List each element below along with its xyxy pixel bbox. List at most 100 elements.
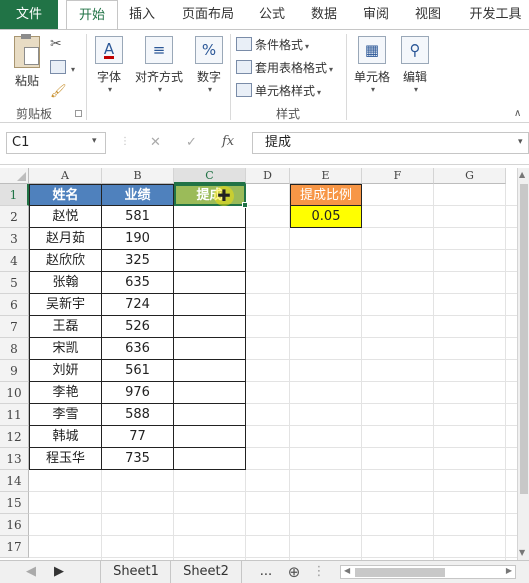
tab-insert[interactable]: 插入	[120, 0, 164, 30]
row-header-14[interactable]: 14	[0, 470, 29, 492]
table-cell-performance[interactable]: 77	[102, 426, 174, 448]
select-all-corner[interactable]	[0, 168, 29, 184]
add-sheet-icon[interactable]: ⊕	[284, 561, 304, 583]
table-cell-commission[interactable]	[174, 404, 246, 426]
column-header-f[interactable]: F	[362, 168, 434, 184]
column-header-b[interactable]: B	[102, 168, 174, 184]
table-cell-performance[interactable]: 976	[102, 382, 174, 404]
table-cell-name[interactable]: 韩城	[29, 426, 102, 448]
insert-function-icon[interactable]: fx	[222, 134, 234, 149]
header-cell-commission[interactable]: 提成	[174, 184, 246, 206]
editing-button[interactable]: ⚲ 编辑 ▾	[398, 36, 432, 94]
tab-review[interactable]: 审阅	[354, 0, 398, 30]
table-cell-name[interactable]: 赵月茹	[29, 228, 102, 250]
format-as-table-button[interactable]: 套用表格格式 ▾	[236, 59, 333, 76]
table-cell-performance[interactable]: 561	[102, 360, 174, 382]
next-sheet-icon[interactable]: ▶	[52, 561, 66, 583]
row-header-11[interactable]: 11	[0, 404, 29, 426]
name-box[interactable]: C1	[6, 132, 106, 154]
table-cell-performance[interactable]: 724	[102, 294, 174, 316]
alignment-button[interactable]: ≡ 对齐方式 ▾	[132, 36, 186, 94]
row-header-10[interactable]: 10	[0, 382, 29, 404]
cells-button[interactable]: ▦ 单元格 ▾	[352, 36, 392, 94]
format-painter-button[interactable]: 🖌	[50, 84, 67, 99]
fill-handle[interactable]	[242, 202, 248, 208]
table-cell-performance[interactable]: 526	[102, 316, 174, 338]
table-cell-name[interactable]: 王磊	[29, 316, 102, 338]
table-cell-name[interactable]: 刘妍	[29, 360, 102, 382]
sheet-tab-1[interactable]: Sheet1	[100, 561, 171, 583]
table-cell-commission[interactable]	[174, 426, 246, 448]
table-cell-name[interactable]: 张翰	[29, 272, 102, 294]
more-sheets-button[interactable]: ...	[256, 561, 276, 583]
tab-home[interactable]: 开始	[66, 0, 118, 32]
table-cell-commission[interactable]	[174, 382, 246, 404]
horizontal-scrollbar[interactable]: ◀ ▶	[340, 565, 516, 579]
table-cell-name[interactable]: 赵悦	[29, 206, 102, 228]
ratio-value-cell[interactable]: 0.05	[290, 206, 362, 228]
row-header-5[interactable]: 5	[0, 272, 29, 294]
table-cell-commission[interactable]	[174, 272, 246, 294]
row-header-8[interactable]: 8	[0, 338, 29, 360]
conditional-format-button[interactable]: 条件格式 ▾	[236, 36, 309, 53]
tab-view[interactable]: 视图	[406, 0, 450, 30]
header-cell-performance[interactable]: 业绩	[102, 184, 174, 206]
expand-formula-icon[interactable]: ▾	[518, 137, 523, 147]
column-header-c[interactable]: C	[174, 168, 246, 184]
column-header-d[interactable]: D	[246, 168, 290, 184]
worksheet-grid[interactable]: ABCDEFG 1 2 3 4 5 6 7 8 9 10 11 12 13 14 15 16 17 姓名 业绩 提成…	[0, 168, 517, 560]
tab-file[interactable]: 文件	[0, 0, 58, 30]
scroll-down-icon[interactable]: ▼	[519, 548, 525, 557]
table-cell-name[interactable]: 赵欣欣	[29, 250, 102, 272]
collapse-ribbon-icon[interactable]: ∧	[514, 108, 521, 119]
table-cell-commission[interactable]	[174, 294, 246, 316]
row-header-12[interactable]: 12	[0, 426, 29, 448]
row-header-9[interactable]: 9	[0, 360, 29, 382]
header-cell-name[interactable]: 姓名	[29, 184, 102, 206]
table-cell-commission[interactable]	[174, 316, 246, 338]
tab-data[interactable]: 数据	[302, 0, 346, 30]
enter-icon[interactable]: ✓	[186, 135, 197, 150]
table-cell-name[interactable]: 程玉华	[29, 448, 102, 470]
number-button[interactable]: % 数字 ▾	[192, 36, 226, 94]
font-button[interactable]: A 字体 ▾	[92, 36, 126, 94]
ratio-label-cell[interactable]: 提成比例	[290, 184, 362, 206]
column-header-g[interactable]: G	[434, 168, 506, 184]
table-cell-performance[interactable]: 581	[102, 206, 174, 228]
table-cell-commission[interactable]	[174, 360, 246, 382]
column-header-a[interactable]: A	[29, 168, 102, 184]
table-cell-performance[interactable]: 325	[102, 250, 174, 272]
row-header-1[interactable]: 1	[0, 184, 29, 206]
table-cell-commission[interactable]	[174, 206, 246, 228]
table-cell-name[interactable]: 宋凯	[29, 338, 102, 360]
scroll-thumb[interactable]	[520, 184, 528, 494]
table-cell-commission[interactable]	[174, 338, 246, 360]
formula-input[interactable]: 提成	[252, 132, 529, 154]
row-header-2[interactable]: 2	[0, 206, 29, 228]
table-cell-commission[interactable]	[174, 448, 246, 470]
row-header-3[interactable]: 3	[0, 228, 29, 250]
table-cell-name[interactable]: 李艳	[29, 382, 102, 404]
table-cell-commission[interactable]	[174, 228, 246, 250]
table-cell-commission[interactable]	[174, 250, 246, 272]
row-header-7[interactable]: 7	[0, 316, 29, 338]
table-cell-name[interactable]: 李雪	[29, 404, 102, 426]
copy-button[interactable]: ▾	[50, 60, 75, 75]
table-cell-performance[interactable]: 190	[102, 228, 174, 250]
row-header-6[interactable]: 6	[0, 294, 29, 316]
column-header-e[interactable]: E	[290, 168, 362, 184]
dialog-launcher-icon[interactable]	[75, 110, 82, 117]
prev-sheet-icon[interactable]: ◀	[24, 561, 38, 583]
cell-styles-button[interactable]: 单元格样式 ▾	[236, 82, 321, 99]
row-header-17[interactable]: 17	[0, 536, 29, 558]
sheet-tab-2[interactable]: Sheet2	[170, 561, 242, 583]
row-header-16[interactable]: 16	[0, 514, 29, 536]
scroll-up-icon[interactable]: ▲	[519, 170, 525, 179]
paste-button[interactable]: 粘贴	[10, 34, 44, 89]
tab-developer[interactable]: 开发工具	[462, 0, 529, 30]
table-cell-performance[interactable]: 635	[102, 272, 174, 294]
row-header-15[interactable]: 15	[0, 492, 29, 514]
tab-formulas[interactable]: 公式	[250, 0, 294, 30]
table-cell-performance[interactable]: 636	[102, 338, 174, 360]
table-cell-performance[interactable]: 588	[102, 404, 174, 426]
